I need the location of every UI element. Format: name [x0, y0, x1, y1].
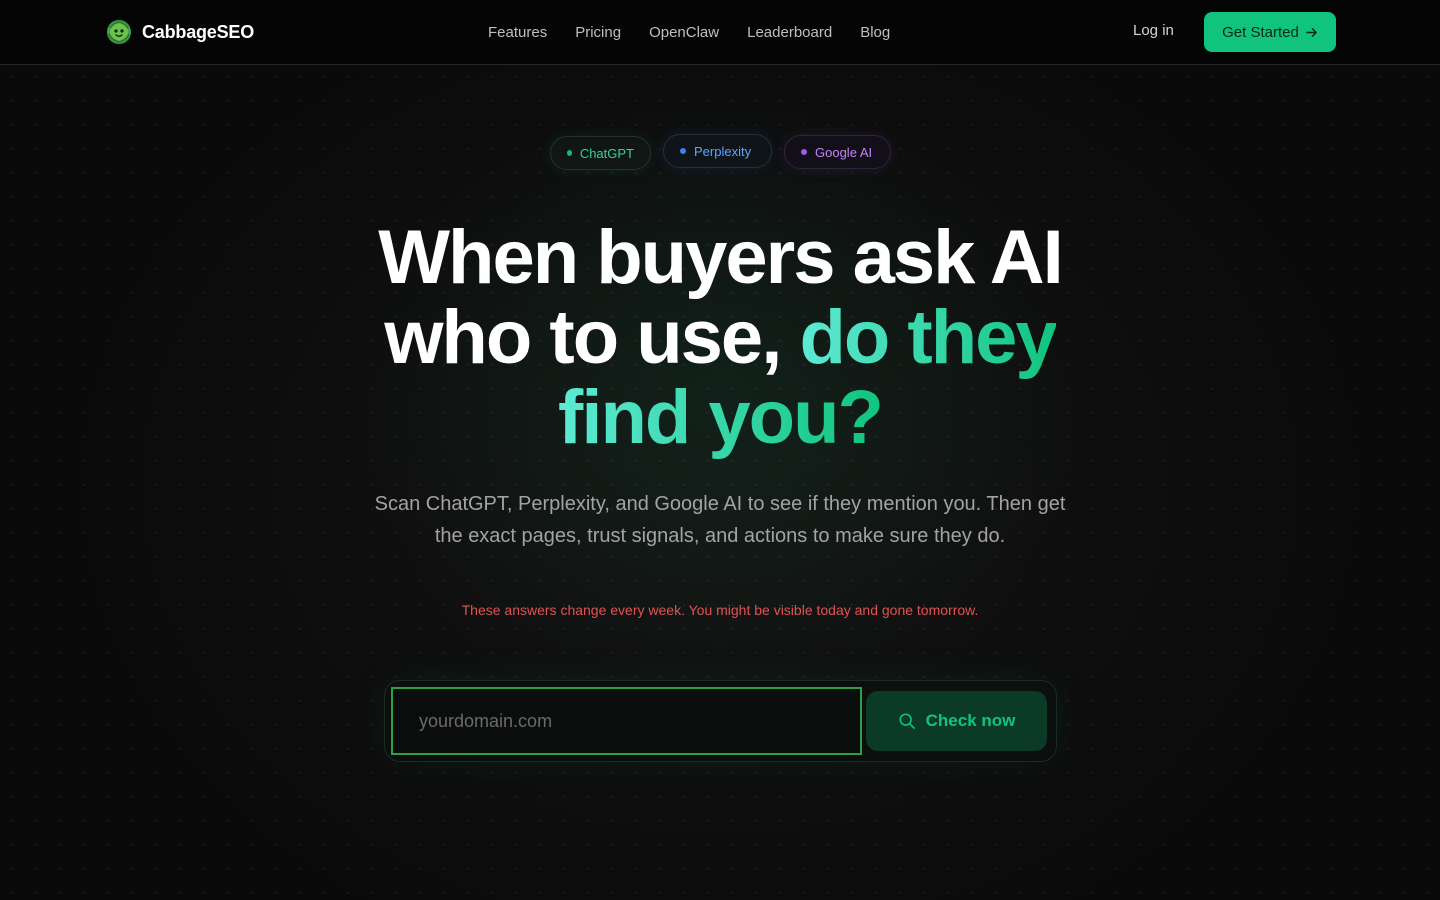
search-icon	[899, 713, 915, 730]
status-dot-icon	[680, 148, 686, 154]
site-header: CabbageSEO Features Pricing OpenClaw Lea…	[0, 0, 1440, 65]
domain-input[interactable]	[391, 687, 862, 755]
nav-link-features[interactable]: Features	[488, 24, 547, 41]
pill-perplexity: Perplexity	[663, 134, 772, 168]
pill-label: ChatGPT	[579, 145, 634, 161]
login-link[interactable]: Log in	[1133, 22, 1174, 39]
hero-headline: When buyers ask AI who to use, do they f…	[320, 218, 1120, 458]
headline-line-2: who to use,	[384, 295, 782, 380]
hero-warning: These answers change every week. You mig…	[461, 602, 979, 618]
background-dot-grid	[0, 65, 1440, 900]
main-nav: Features Pricing OpenClaw Leaderboard Bl…	[488, 0, 890, 64]
domain-check-form: Check now	[384, 680, 1057, 762]
nav-link-openclaw[interactable]: OpenClaw	[649, 24, 719, 41]
check-now-label: Check now	[925, 711, 1016, 730]
get-started-label: Get Started	[1222, 23, 1299, 41]
brand-link[interactable]: CabbageSEO	[106, 18, 254, 46]
pill-chatgpt: ChatGPT	[550, 136, 651, 170]
brand-name: CabbageSEO	[142, 21, 255, 42]
get-started-button[interactable]: Get Started	[1204, 12, 1336, 52]
pill-label: Google AI	[815, 144, 873, 160]
pill-label: Perplexity	[694, 143, 752, 159]
pill-google-ai: Google AI	[784, 135, 891, 169]
headline-accent-2: find you?	[558, 375, 884, 460]
headline-line-1: When buyers ask AI	[378, 215, 1063, 300]
hero-subtext: Scan ChatGPT, Perplexity, and Google AI …	[374, 493, 1066, 547]
check-now-button[interactable]: Check now	[866, 691, 1047, 751]
arrow-right-icon	[1305, 27, 1317, 37]
status-dot-icon	[567, 150, 572, 156]
status-dot-icon	[801, 149, 807, 155]
nav-link-blog[interactable]: Blog	[860, 24, 890, 41]
nav-link-pricing[interactable]: Pricing	[575, 24, 621, 41]
headline-accent-1: do they	[799, 295, 1057, 380]
nav-link-leaderboard[interactable]: Leaderboard	[747, 24, 832, 41]
background-glow	[0, 65, 1440, 900]
cabbage-logo-icon	[107, 20, 131, 44]
